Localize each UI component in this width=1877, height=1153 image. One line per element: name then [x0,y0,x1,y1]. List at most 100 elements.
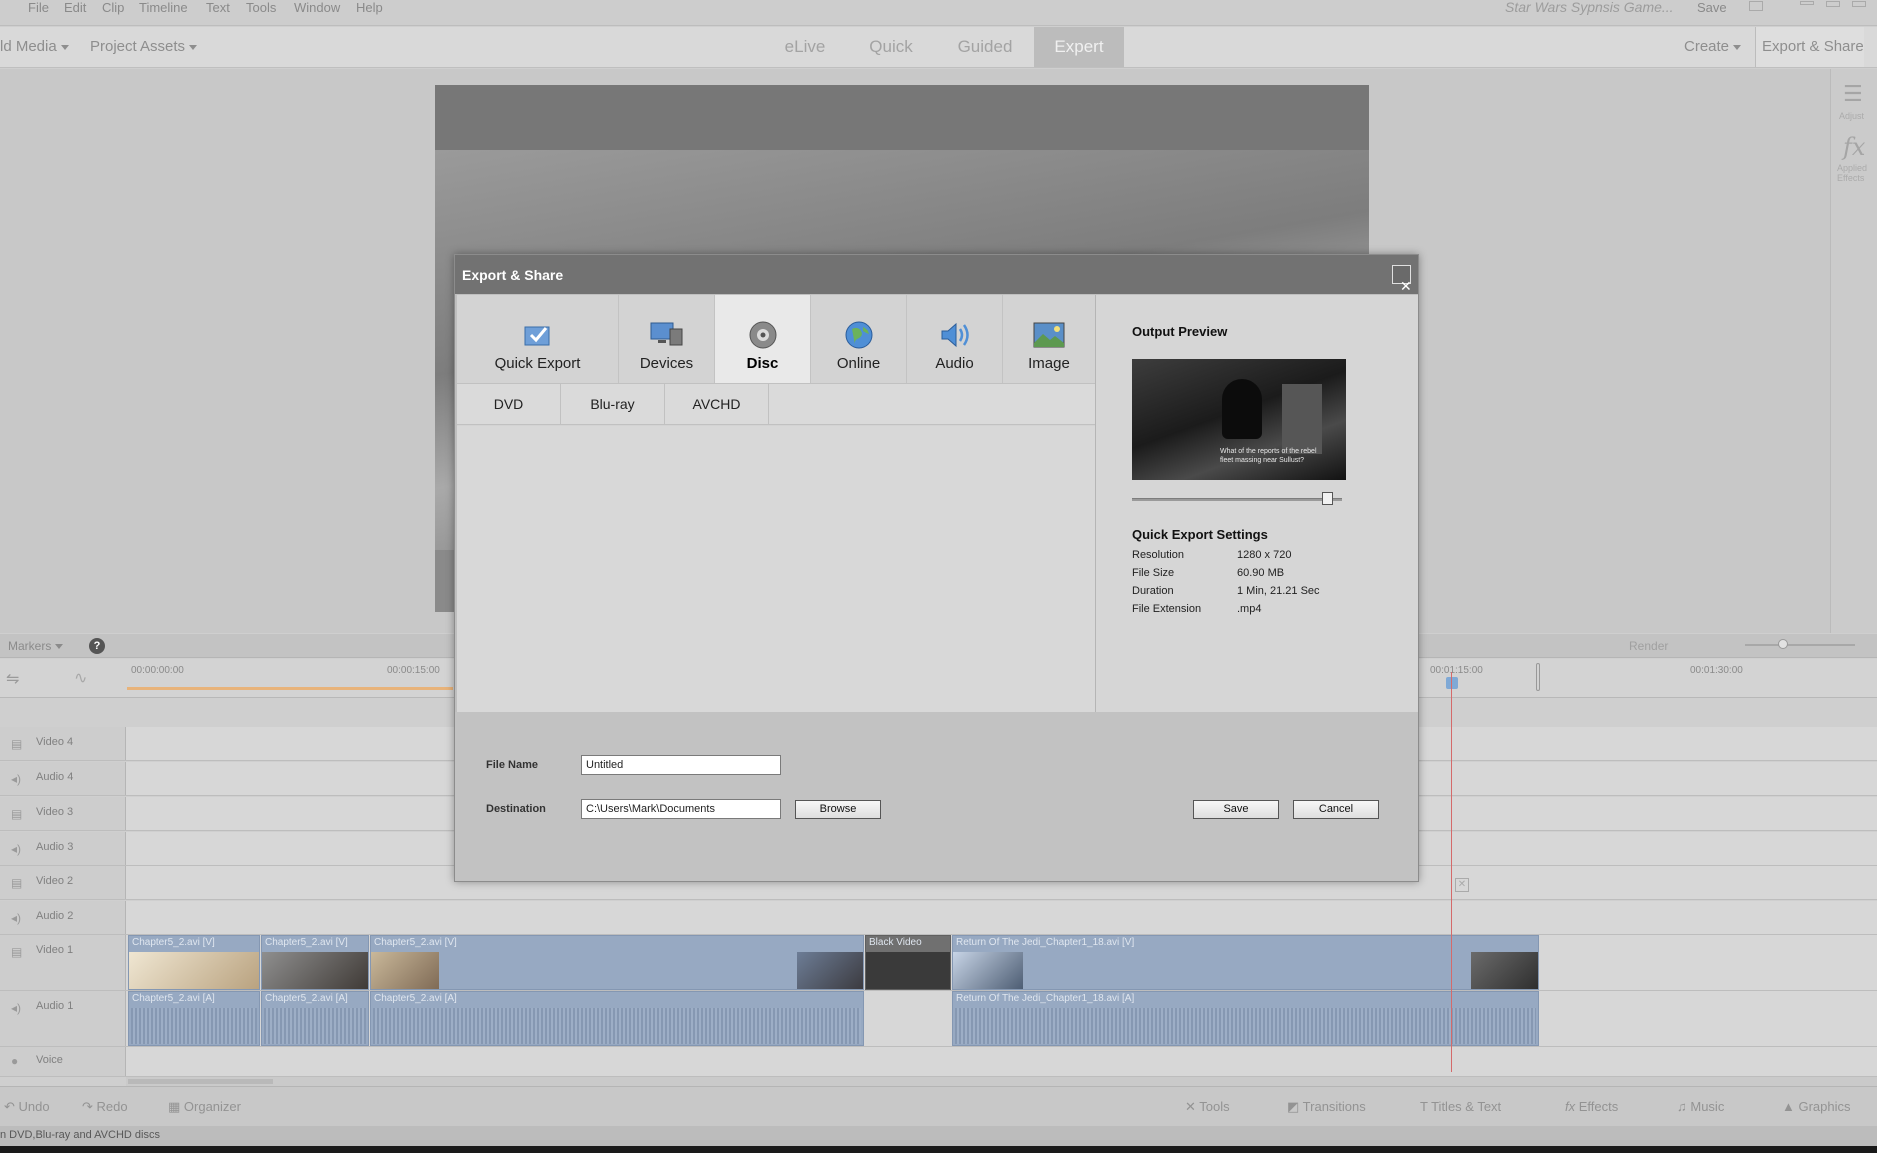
preview-scrub-knob[interactable] [1321,492,1333,505]
adjust-icon[interactable]: ☰ [1843,81,1863,107]
tools-button[interactable]: ✕ Tools [1185,1087,1230,1127]
add-media-dropdown[interactable]: ld Media [0,27,69,67]
track-header: ▤ Video 2 [0,866,126,899]
timeline-scrollbar[interactable] [126,1077,1877,1086]
ruler-tick: 00:01:30:00 [1690,665,1743,676]
figure-shape [1282,384,1322,454]
video-clip[interactable]: Chapter5_2.avi [V] [128,935,260,990]
end-marker[interactable] [1536,663,1540,691]
mode-guided[interactable]: Guided [945,27,1025,67]
menu-save[interactable]: Save [1697,0,1727,26]
preview-scrub-slider[interactable] [1132,498,1342,501]
audio-clip[interactable]: Chapter5_2.avi [A] [370,991,864,1046]
subtab-bluray[interactable]: Blu-ray [561,384,665,425]
titles-label: Titles & Text [1431,1099,1502,1114]
maximize-icon[interactable] [1826,1,1840,7]
scrollbar-thumb[interactable] [128,1079,273,1084]
ruler-tick: 00:00:15:00 [387,665,440,676]
tab-quick-export[interactable]: Quick Export [457,295,619,383]
tab-audio[interactable]: Audio [907,295,1003,383]
organizer-button[interactable]: ▦ Organizer [168,1087,241,1127]
video-clip[interactable]: Chapter5_2.avi [V] [261,935,369,990]
clip-thumbnail [866,952,950,989]
close-window-icon[interactable] [1852,1,1866,7]
dialog-close-button[interactable]: ✕ [1392,265,1412,294]
mode-quick[interactable]: Quick [855,27,927,67]
fx-icon[interactable]: fx [1843,133,1865,161]
zoom-slider-knob[interactable] [1778,639,1788,649]
setting-key: File Size [1132,567,1175,579]
destination-label: Destination [486,803,546,815]
menu-text[interactable]: Text [206,0,230,26]
subtab-avchd[interactable]: AVCHD [665,384,769,425]
track-label: Audio 4 [36,771,74,783]
dialog-titlebar[interactable]: Export & Share ✕ [455,255,1418,294]
playhead-handle[interactable] [1446,677,1458,689]
window-icon[interactable] [1749,1,1763,11]
subtab-dvd[interactable]: DVD [457,384,561,425]
undo-button[interactable]: ↶ Undo [4,1087,50,1127]
redo-button[interactable]: ↷ Redo [82,1087,128,1127]
audio-clip[interactable]: Chapter5_2.avi [A] [128,991,260,1046]
waveform [955,1008,1536,1044]
help-icon[interactable]: ? [89,638,105,654]
clip-label: Return Of The Jedi_Chapter1_18.avi [A] [956,993,1135,1004]
menu-help[interactable]: Help [356,0,383,26]
menu-timeline[interactable]: Timeline [139,0,188,26]
destination-input[interactable] [581,799,781,819]
file-name-label: File Name [486,759,538,771]
clip-label: Chapter5_2.avi [V] [374,937,457,948]
track-header: ▤ Video 3 [0,797,126,830]
mode-elive[interactable]: eLive [765,27,845,67]
menu-clip[interactable]: Clip [102,0,124,26]
transitions-button[interactable]: ◩ Transitions [1287,1087,1366,1127]
export-tabs-area: Quick Export Devices Disc Online Audio I… [457,295,1095,712]
zoom-slider[interactable] [1745,644,1855,646]
clip-thumbnail [262,952,368,989]
track-video-1: ▤ Video 1 Chapter5_2.avi [V] Chapter5_2.a… [0,935,1877,991]
ruler-tick: 00:01:15:00 [1430,665,1483,676]
helmet-shape [1222,379,1262,439]
tab-image[interactable]: Image [1003,295,1095,383]
export-share-button[interactable]: Export & Share [1755,27,1864,67]
tab-label: Disc [746,355,779,372]
markers-dropdown[interactable]: Markers [8,639,64,653]
effects-button[interactable]: fx Effects [1565,1087,1618,1127]
track-header: ▤ Video 4 [0,727,126,760]
menu-window[interactable]: Window [294,0,340,26]
file-name-input[interactable] [581,755,781,775]
graphics-button[interactable]: ▲ Graphics [1782,1087,1851,1127]
speaker-icon: ◂) [11,842,22,856]
clip-thumbnail [797,952,863,989]
cancel-button[interactable]: Cancel [1293,800,1379,819]
titles-text-button[interactable]: T Titles & Text [1420,1087,1501,1127]
tab-disc[interactable]: Disc [715,295,811,383]
right-panel: ☰ Adjust fx Applied Effects [1830,69,1877,633]
minimize-icon[interactable] [1800,1,1814,5]
track-label: Audio 3 [36,841,74,853]
audio-clip[interactable]: Chapter5_2.avi [A] [261,991,369,1046]
create-dropdown[interactable]: Create [1684,27,1742,67]
menu-edit[interactable]: Edit [64,0,86,26]
close-icon[interactable]: ✕ [1455,878,1469,892]
browse-button[interactable]: Browse [795,800,881,819]
music-button[interactable]: ♫ Music [1677,1087,1724,1127]
track-options-icon[interactable]: ⇋ [6,669,19,689]
mode-expert[interactable]: Expert [1034,27,1124,67]
project-assets-dropdown[interactable]: Project Assets [90,27,198,67]
speaker-icon: ◂) [11,1001,22,1015]
menu-bar: File Edit Clip Timeline Text Tools Windo… [0,0,1877,26]
video-clip-black[interactable]: Black Video [865,935,951,990]
globe-icon [845,321,872,349]
menu-file[interactable]: File [28,0,49,26]
audio-wave-icon[interactable]: ∿ [74,668,87,688]
preview-subtitle: What of the reports of the rebel fleet m… [1220,448,1317,464]
menu-tools[interactable]: Tools [246,0,276,26]
track-label: Video 2 [36,875,74,887]
save-button[interactable]: Save [1193,800,1279,819]
project-assets-label: Project Assets [90,38,186,55]
video-clip[interactable]: Chapter5_2.avi [V] [370,935,864,990]
tab-devices[interactable]: Devices [619,295,715,383]
render-button[interactable]: Render [1629,639,1668,653]
tab-online[interactable]: Online [811,295,907,383]
